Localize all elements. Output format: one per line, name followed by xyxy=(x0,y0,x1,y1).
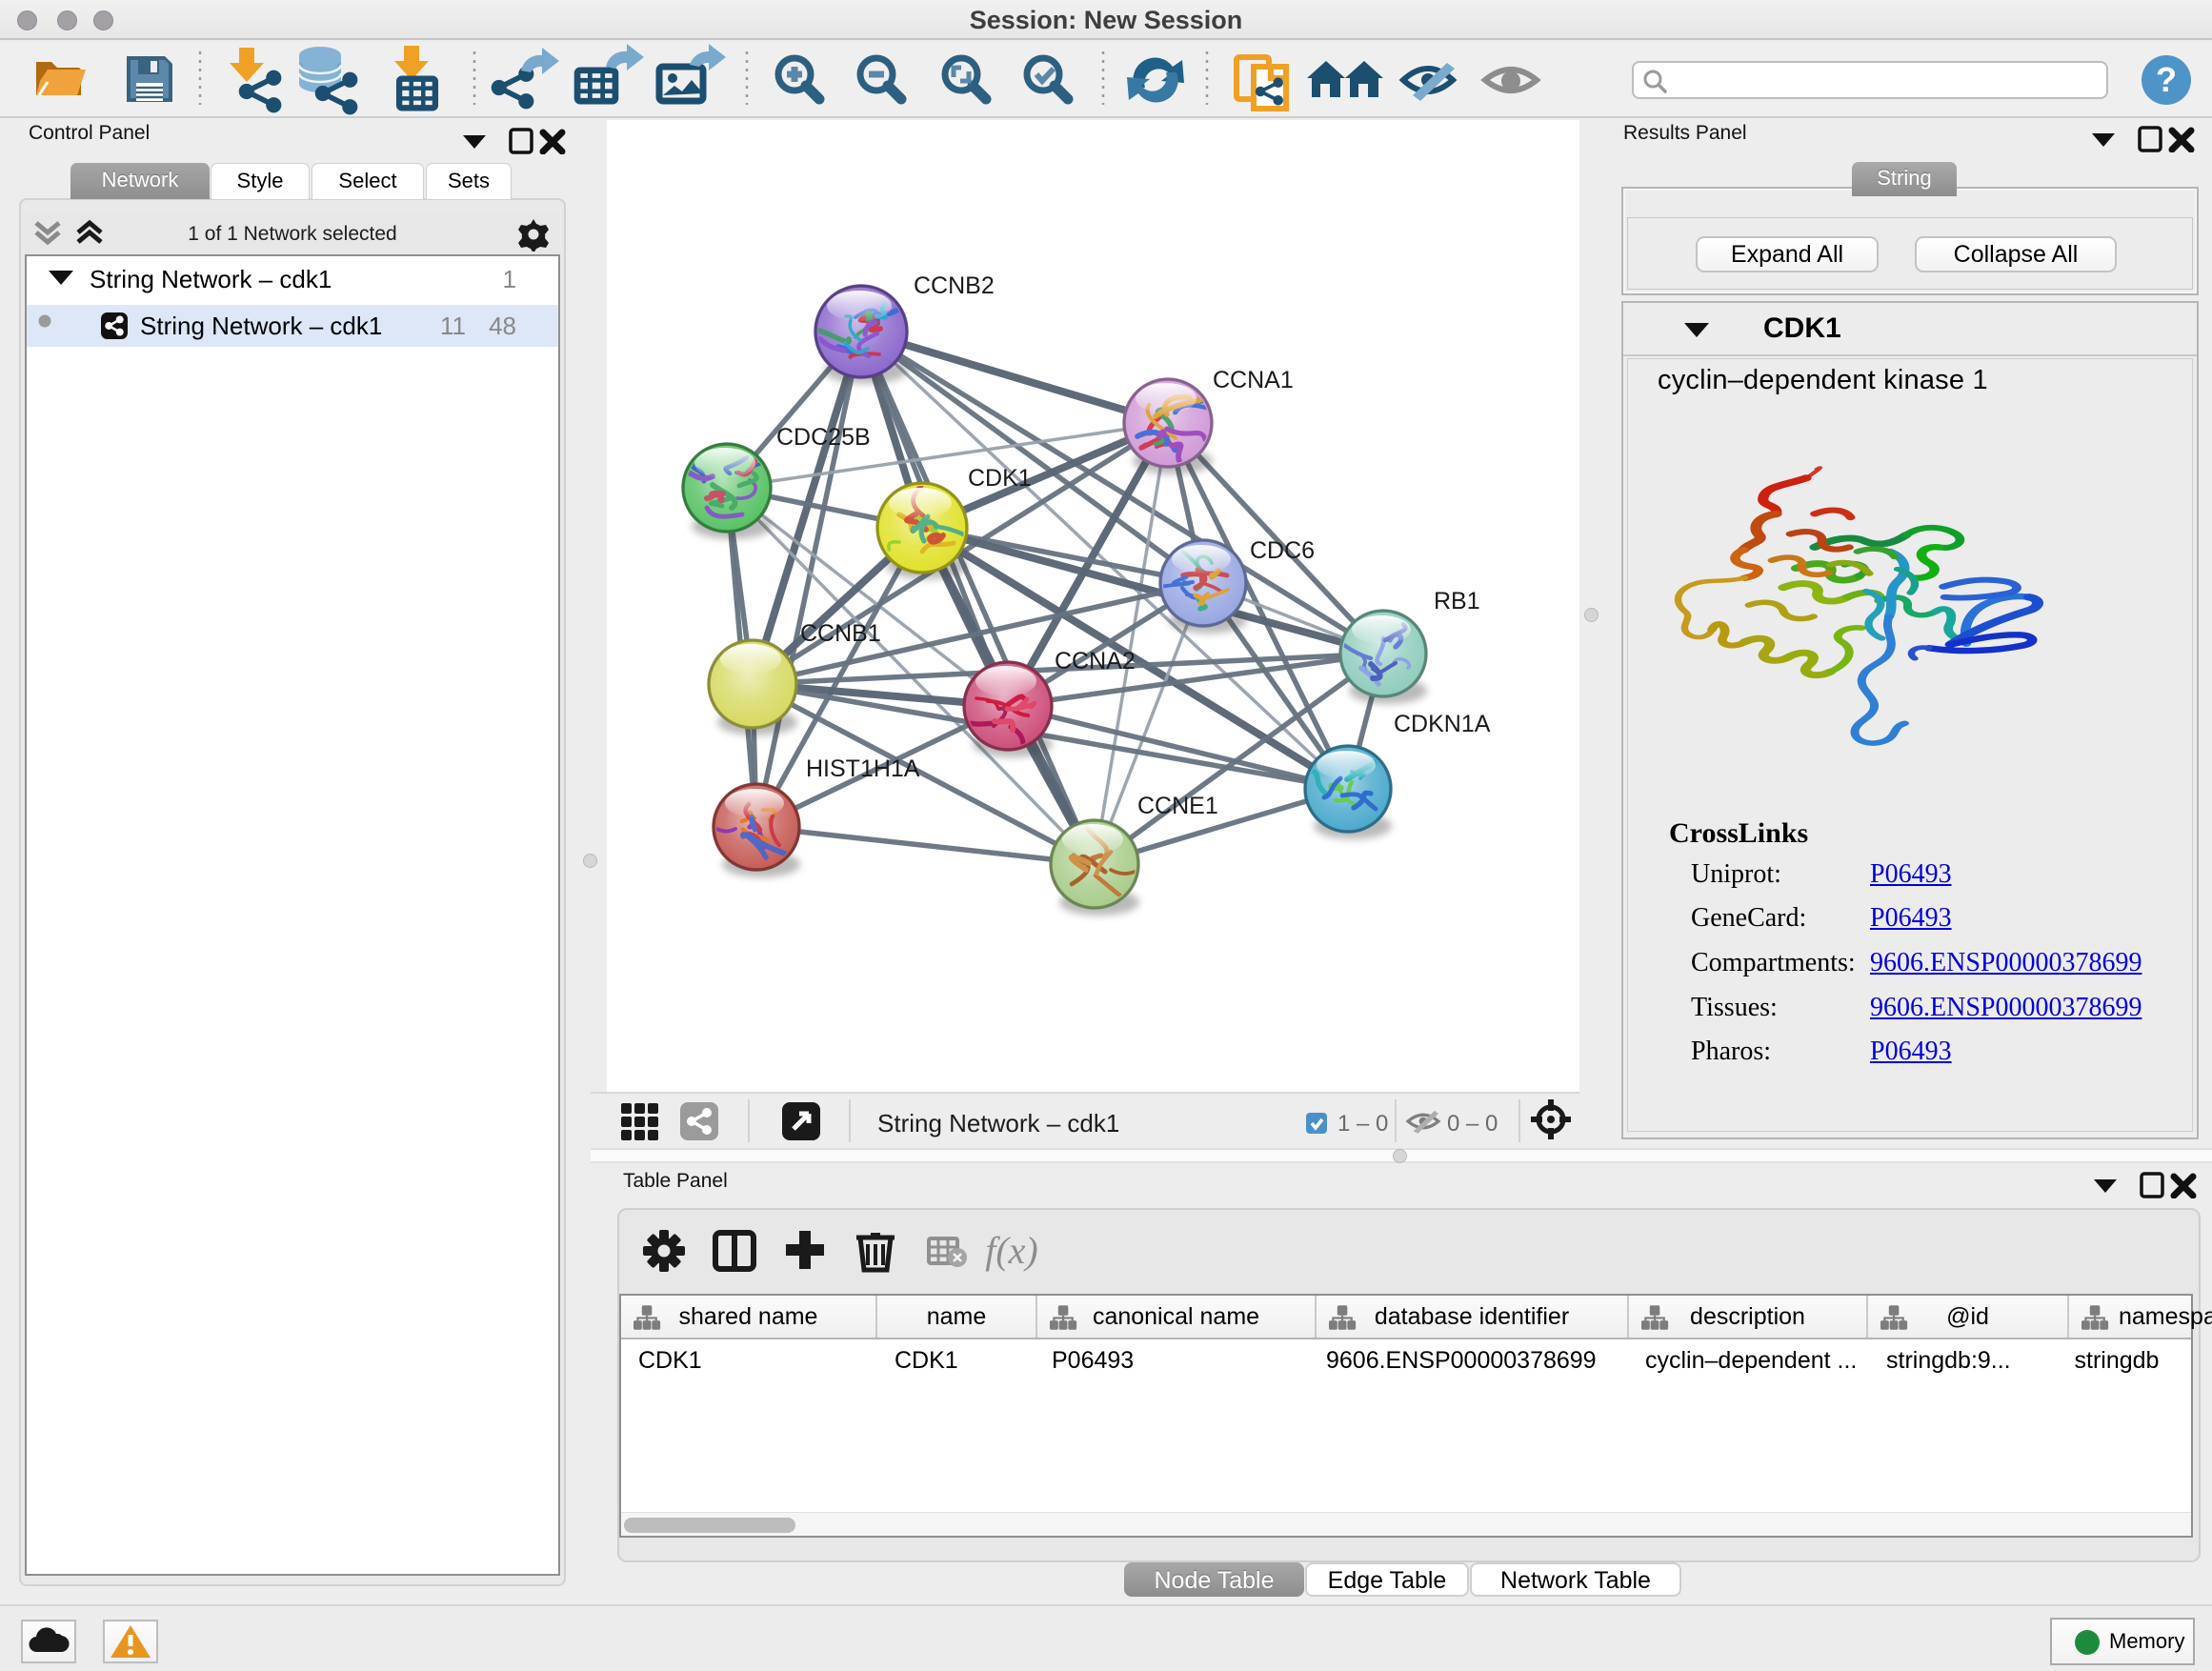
svg-text:CCNA2: CCNA2 xyxy=(1055,648,1136,674)
svg-text:1 – 0: 1 – 0 xyxy=(1337,1111,1388,1137)
svg-text:CDKN1A: CDKN1A xyxy=(1394,711,1491,737)
svg-text:CCNB2: CCNB2 xyxy=(914,272,995,299)
svg-text:f(x): f(x) xyxy=(985,1229,1038,1272)
svg-text:CDK1: CDK1 xyxy=(968,465,1032,492)
svg-text:CDC25B: CDC25B xyxy=(776,424,871,451)
svg-text:HIST1H1A: HIST1H1A xyxy=(806,755,920,782)
svg-text:CCNE1: CCNE1 xyxy=(1137,793,1218,819)
svg-text:CDC6: CDC6 xyxy=(1250,537,1315,564)
svg-text:CCNA1: CCNA1 xyxy=(1213,367,1294,393)
svg-text:CCNB1: CCNB1 xyxy=(800,620,881,647)
svg-text:RB1: RB1 xyxy=(1434,588,1480,614)
svg-text:0 – 0: 0 – 0 xyxy=(1447,1111,1498,1137)
